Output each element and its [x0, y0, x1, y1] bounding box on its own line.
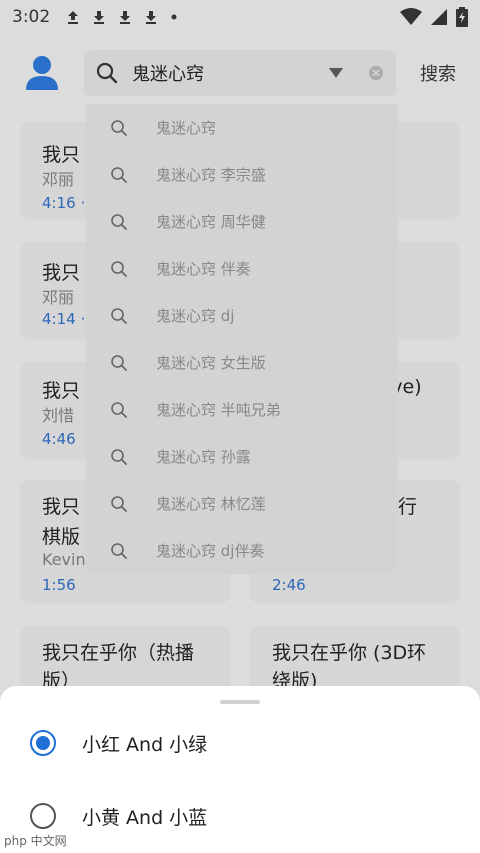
radio-dot: [36, 736, 50, 750]
bottom-sheet: 小红 And 小绿 小黄 And 小蓝: [0, 686, 480, 853]
chevron-down-icon[interactable]: [328, 67, 344, 79]
suggestion-text: 鬼迷心窍 dj: [156, 307, 235, 325]
suggestion-text: 鬼迷心窍 女生版: [156, 354, 266, 372]
suggestion-text: 鬼迷心窍 半吨兄弟: [156, 401, 281, 419]
notification-icons: [66, 9, 178, 25]
status-bar: 3:02: [0, 0, 480, 34]
status-time: 3:02: [12, 7, 51, 27]
dot-icon: [171, 14, 177, 20]
suggestion-text: 鬼迷心窍 林忆莲: [156, 495, 266, 513]
song-title: 我只在乎你（热播: [42, 642, 195, 664]
suggestion-item[interactable]: 鬼迷心窍 李宗盛: [86, 151, 398, 198]
upload-arrow-icon: [68, 11, 79, 24]
user-avatar-icon[interactable]: [22, 52, 62, 92]
song-title: 我只: [42, 496, 81, 518]
song-duration: 4:46: [42, 430, 76, 448]
song-duration: 2:46: [272, 576, 306, 594]
song-artist: 邓丽: [42, 170, 75, 189]
clear-icon[interactable]: [368, 65, 384, 81]
suggestion-item[interactable]: 鬼迷心窍: [86, 104, 398, 151]
suggestion-item[interactable]: 鬼迷心窍 dj: [86, 292, 398, 339]
search-icon: [111, 307, 127, 324]
suggestion-item[interactable]: 鬼迷心窍 林忆莲: [86, 480, 398, 527]
battery-icon: [456, 7, 468, 27]
suggestion-item[interactable]: 鬼迷心窍 周华健: [86, 198, 398, 245]
search-icon: [111, 448, 127, 465]
wifi-icon: [400, 8, 422, 25]
song-duration: 1:56: [42, 576, 76, 594]
watermark: php 中文网: [4, 834, 67, 848]
search-icon: [111, 213, 127, 230]
song-title-suffix: 行: [398, 496, 418, 518]
system-icons: [400, 7, 468, 27]
song-artist: Kevin: [42, 550, 86, 569]
search-icon: [96, 62, 118, 84]
search-icon: [111, 260, 127, 277]
suggestion-text: 鬼迷心窍 周华健: [156, 213, 266, 231]
song-artist: 邓丽: [42, 288, 75, 307]
suggestion-text: 鬼迷心窍 dj伴奏: [156, 542, 265, 560]
search-suggestions: 鬼迷心窍 鬼迷心窍 李宗盛 鬼迷心窍 周华健 鬼迷心窍 伴奏 鬼迷心窍 dj 鬼…: [86, 104, 398, 574]
song-title-line2: 棋版: [42, 526, 81, 548]
sheet-drag-handle[interactable]: [220, 700, 260, 704]
radio-button[interactable]: [30, 803, 56, 829]
song-title: 我只: [42, 144, 81, 166]
signal-icon: [431, 9, 447, 25]
search-icon: [111, 495, 127, 512]
search-icon: [111, 119, 127, 136]
radio-option[interactable]: 小红 And 小绿: [0, 713, 480, 773]
suggestion-item[interactable]: 鬼迷心窍 dj伴奏: [86, 527, 398, 574]
song-title: 我只: [42, 262, 81, 284]
song-title: 我只在乎你 (3D环: [272, 642, 427, 664]
download-arrow-icon: [146, 11, 157, 24]
search-button[interactable]: 搜索: [420, 60, 456, 86]
suggestion-text: 鬼迷心窍 伴奏: [156, 260, 251, 278]
radio-button-selected[interactable]: [30, 730, 56, 756]
suggestion-item[interactable]: 鬼迷心窍 半吨兄弟: [86, 386, 398, 433]
suggestion-item[interactable]: 鬼迷心窍 女生版: [86, 339, 398, 386]
search-icon: [111, 542, 127, 559]
song-title: 我只: [42, 380, 81, 402]
search-icon: [111, 166, 127, 183]
radio-option-label: 小红 And 小绿: [82, 733, 208, 756]
download-arrow-icon: [120, 11, 131, 24]
song-duration: 4:16 ·: [42, 194, 86, 212]
download-arrow-icon: [94, 11, 105, 24]
suggestion-item[interactable]: 鬼迷心窍 伴奏: [86, 245, 398, 292]
suggestion-text: 鬼迷心窍: [156, 119, 217, 137]
search-icon: [111, 401, 127, 418]
search-input[interactable]: 鬼迷心窍: [84, 50, 396, 96]
song-artist: 刘惜: [42, 406, 75, 425]
radio-option-label: 小黄 And 小蓝: [82, 806, 208, 829]
suggestion-item[interactable]: 鬼迷心窍 孙露: [86, 433, 398, 480]
suggestion-text: 鬼迷心窍 孙露: [156, 448, 251, 466]
song-duration: 4:14 ·: [42, 310, 86, 328]
search-value[interactable]: 鬼迷心窍: [132, 60, 328, 86]
search-icon: [111, 354, 127, 371]
radio-option[interactable]: 小黄 And 小蓝: [0, 786, 480, 846]
suggestion-text: 鬼迷心窍 李宗盛: [156, 166, 266, 184]
